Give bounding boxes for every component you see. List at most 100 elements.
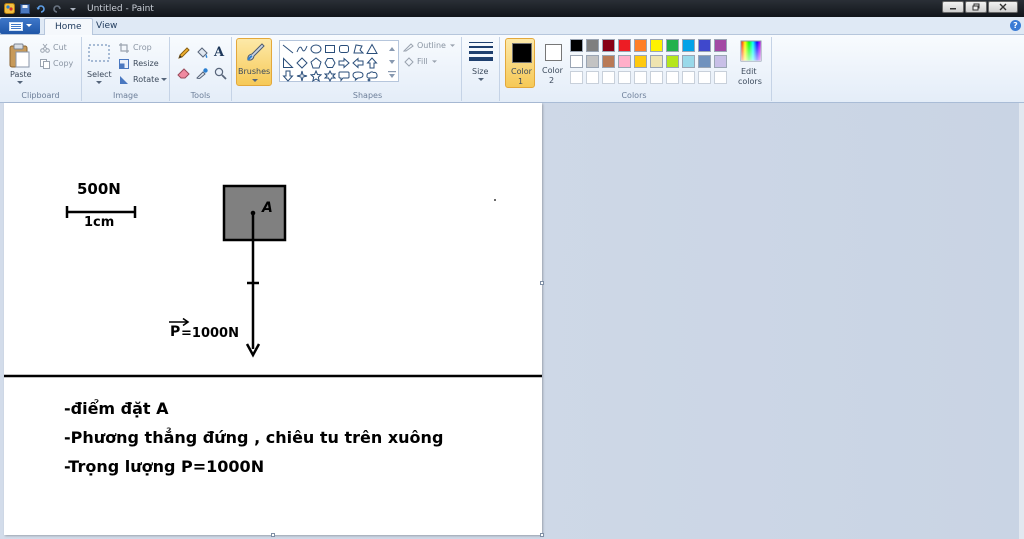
canvas-resize-handle-corner[interactable] [540, 533, 544, 537]
palette-swatch[interactable] [634, 39, 647, 52]
shapes-scroll-up-icon[interactable] [386, 43, 398, 55]
palette-swatch[interactable] [650, 55, 663, 68]
palette-swatch[interactable] [698, 55, 711, 68]
paste-button[interactable] [8, 41, 32, 69]
palette-swatch[interactable] [714, 55, 727, 68]
size-button[interactable]: Size [467, 40, 495, 96]
paste-chevron-down-icon[interactable] [17, 81, 23, 85]
outline-icon[interactable] [403, 42, 415, 52]
pencil-icon[interactable] [177, 46, 191, 60]
select-label[interactable]: Select [87, 70, 112, 79]
vertical-scrollbar[interactable] [1019, 103, 1024, 539]
color-picker-icon[interactable] [195, 67, 209, 79]
palette-swatch[interactable] [586, 71, 599, 84]
paint-app-icon[interactable] [3, 3, 15, 15]
hexagon-shape-icon[interactable] [324, 57, 336, 69]
select-chevron-down-icon[interactable] [96, 81, 102, 85]
help-icon[interactable]: ? [1010, 20, 1021, 31]
palette-swatch[interactable] [682, 71, 695, 84]
redo-icon[interactable] [51, 3, 63, 15]
resize-label[interactable]: Resize [133, 59, 159, 68]
customize-toolbar-icon[interactable] [67, 3, 79, 15]
canvas-resize-handle-bottom[interactable] [271, 533, 275, 537]
tab-view[interactable]: View [86, 18, 127, 35]
rectangle-shape-icon[interactable] [324, 43, 336, 55]
brushes-button[interactable]: Brushes [236, 38, 272, 86]
palette-swatch[interactable] [634, 71, 647, 84]
palette-swatch[interactable] [602, 71, 615, 84]
curve-shape-icon[interactable] [296, 43, 308, 55]
fill-bucket-icon[interactable] [195, 46, 209, 60]
right-arrow-shape-icon[interactable] [338, 57, 350, 69]
select-button[interactable] [88, 43, 110, 63]
pentagon-shape-icon[interactable] [310, 57, 322, 69]
eraser-icon[interactable] [177, 67, 191, 79]
shapes-scroll-down-icon[interactable] [386, 56, 398, 68]
save-icon[interactable] [19, 3, 31, 15]
color-1-button[interactable]: Color 1 [505, 38, 535, 88]
fill-chevron-down-icon[interactable] [432, 60, 437, 64]
palette-swatch[interactable] [570, 71, 583, 84]
outline-chevron-down-icon[interactable] [450, 44, 455, 48]
rotate-chevron-down-icon[interactable] [161, 78, 167, 82]
copy-label[interactable]: Copy [53, 59, 73, 68]
cut-label[interactable]: Cut [53, 43, 67, 52]
six-point-star-shape-icon[interactable] [324, 70, 336, 82]
edit-colors-button[interactable]: Edit colors [736, 40, 766, 94]
oval-callout-shape-icon[interactable] [352, 70, 364, 82]
copy-icon[interactable] [40, 59, 50, 69]
palette-swatch[interactable] [570, 39, 583, 52]
crop-label[interactable]: Crop [133, 43, 152, 52]
shapes-gallery[interactable] [279, 40, 399, 82]
rotate-icon[interactable] [119, 75, 129, 85]
resize-icon[interactable] [119, 59, 129, 69]
palette-swatch[interactable] [714, 71, 727, 84]
up-arrow-shape-icon[interactable] [366, 57, 378, 69]
left-arrow-shape-icon[interactable] [352, 57, 364, 69]
line-shape-icon[interactable] [282, 43, 294, 55]
palette-swatch[interactable] [714, 39, 727, 52]
palette-swatch[interactable] [570, 55, 583, 68]
magnifier-icon[interactable] [214, 67, 227, 80]
palette-swatch[interactable] [698, 71, 711, 84]
shapes-expand-icon[interactable] [386, 69, 398, 81]
palette-swatch[interactable] [682, 39, 695, 52]
rounded-callout-shape-icon[interactable] [338, 70, 350, 82]
cloud-callout-shape-icon[interactable] [366, 70, 378, 82]
paste-label[interactable]: Paste [10, 70, 32, 79]
palette-swatch[interactable] [602, 39, 615, 52]
fill-icon[interactable] [403, 57, 415, 67]
palette-swatch[interactable] [586, 39, 599, 52]
palette-swatch[interactable] [618, 39, 631, 52]
outline-label[interactable]: Outline [417, 41, 446, 50]
palette-swatch[interactable] [618, 55, 631, 68]
minimize-button[interactable] [942, 1, 964, 13]
rounded-rectangle-shape-icon[interactable] [338, 43, 350, 55]
fill-label[interactable]: Fill [417, 57, 428, 66]
palette-swatch[interactable] [666, 55, 679, 68]
rotate-label[interactable]: Rotate [133, 75, 159, 84]
palette-swatch[interactable] [618, 71, 631, 84]
cut-icon[interactable] [40, 43, 50, 53]
palette-swatch[interactable] [650, 71, 663, 84]
crop-icon[interactable] [119, 43, 129, 53]
canvas-resize-handle-right[interactable] [540, 281, 544, 285]
palette-swatch[interactable] [666, 39, 679, 52]
undo-icon[interactable] [35, 3, 47, 15]
palette-swatch[interactable] [682, 55, 695, 68]
palette-swatch[interactable] [602, 55, 615, 68]
close-button[interactable] [988, 1, 1018, 13]
diamond-shape-icon[interactable] [296, 57, 308, 69]
color-2-button[interactable]: Color 2 [538, 38, 568, 88]
four-point-star-shape-icon[interactable] [296, 70, 308, 82]
palette-swatch[interactable] [650, 39, 663, 52]
polygon-shape-icon[interactable] [352, 43, 364, 55]
right-triangle-shape-icon[interactable] [282, 57, 294, 69]
oval-shape-icon[interactable] [310, 43, 322, 55]
palette-swatch[interactable] [698, 39, 711, 52]
five-point-star-shape-icon[interactable] [310, 70, 322, 82]
restore-button[interactable] [965, 1, 987, 13]
text-tool-icon[interactable]: A [214, 45, 224, 60]
palette-swatch[interactable] [634, 55, 647, 68]
drawing-canvas[interactable]: 500N 1cm A P =1000N -điểm đặt A -Phương … [4, 103, 542, 535]
